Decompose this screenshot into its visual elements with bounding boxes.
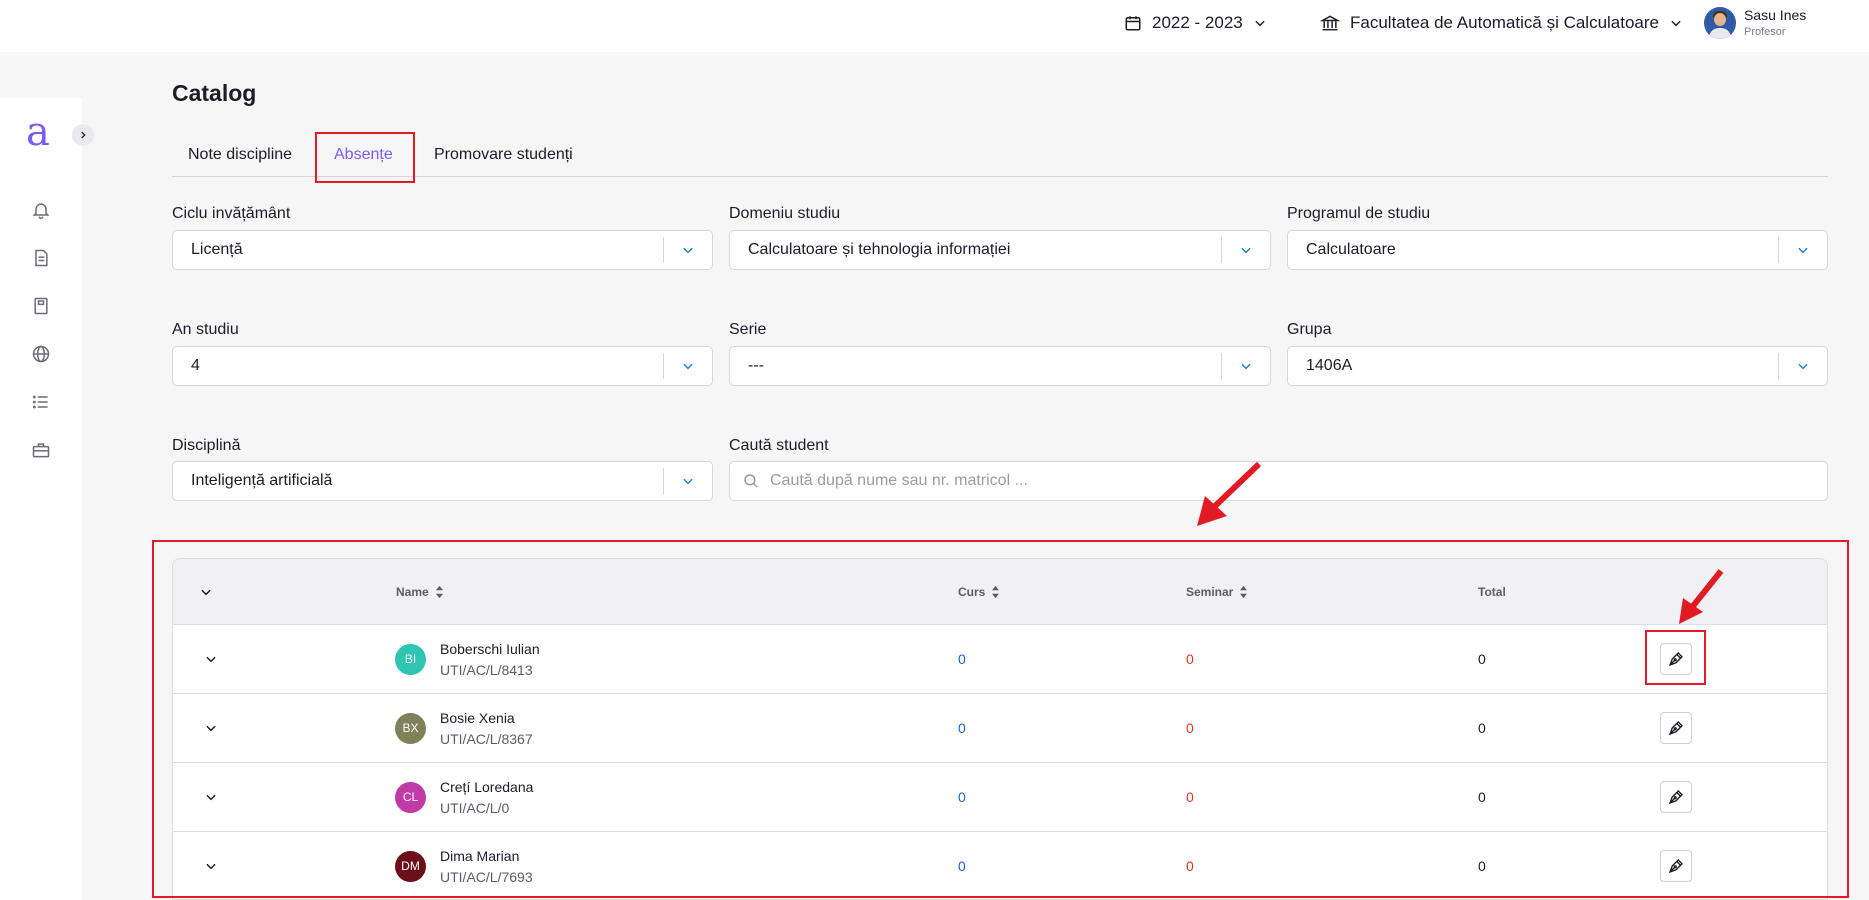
- list-icon[interactable]: [31, 392, 51, 412]
- faculty-label: Facultatea de Automatică și Calculatoare: [1350, 13, 1660, 32]
- chevron-down-icon: [1671, 20, 1681, 27]
- page-title: Catalog: [172, 80, 257, 106]
- chevron-down-icon: [1222, 230, 1270, 270]
- sidebar: a: [0, 98, 82, 900]
- sidebar-collapse-button[interactable]: [72, 124, 94, 146]
- program-select[interactable]: Calculatoare: [1287, 230, 1828, 270]
- chevron-down-icon: [1779, 346, 1827, 386]
- chevron-down-icon: [1255, 20, 1265, 27]
- an-label: An studiu: [172, 321, 239, 338]
- document-icon[interactable]: [31, 248, 51, 268]
- serie-select[interactable]: ---: [729, 346, 1271, 386]
- disciplina-value: Inteligență artificială: [191, 472, 333, 489]
- user-name: Sasu Ines: [1744, 6, 1807, 23]
- search-label: Caută student: [729, 437, 829, 454]
- bell-icon[interactable]: [31, 200, 51, 220]
- ciclu-label: Ciclu invățământ: [172, 205, 291, 222]
- domeniu-select[interactable]: Calculatoare și tehnologia informației: [729, 230, 1271, 270]
- top-bar: 2022 - 2023 Facultatea de Automatică și …: [0, 0, 1869, 52]
- chevron-down-icon: [1779, 230, 1827, 270]
- an-select[interactable]: 4: [172, 346, 713, 386]
- search-input[interactable]: [770, 472, 1827, 490]
- grupa-select[interactable]: 1406A: [1287, 346, 1828, 386]
- chevron-down-icon: [664, 461, 712, 501]
- serie-value: ---: [748, 357, 764, 374]
- app-logo: a: [26, 109, 50, 155]
- program-value: Calculatoare: [1306, 241, 1396, 258]
- globe-icon[interactable]: [31, 344, 51, 364]
- annotation-box-edit: [1645, 630, 1706, 685]
- serie-label: Serie: [729, 321, 767, 338]
- academic-year-label: 2022 - 2023: [1152, 13, 1243, 32]
- user-role: Profesor: [1744, 26, 1786, 39]
- disciplina-label: Disciplină: [172, 437, 241, 454]
- domeniu-value: Calculatoare și tehnologia informației: [748, 241, 1011, 258]
- user-menu[interactable]: Sasu Ines Profesor: [1704, 0, 1806, 46]
- ciclu-value: Licență: [191, 241, 243, 258]
- annotation-box-tab: [315, 132, 415, 183]
- faculty-selector[interactable]: Facultatea de Automatică și Calculatoare: [1320, 0, 1683, 46]
- ciclu-select[interactable]: Licență: [172, 230, 713, 270]
- tab-bar: Note discipline Absențe Promovare studen…: [172, 132, 1828, 177]
- program-label: Programul de studiu: [1287, 205, 1431, 222]
- tab-promovare-studenti[interactable]: Promovare studenți: [434, 146, 573, 164]
- chevron-down-icon: [664, 230, 712, 270]
- annotation-box-table: [152, 540, 1849, 898]
- institution-icon: [1320, 15, 1340, 31]
- briefcase-icon[interactable]: [31, 440, 51, 460]
- an-value: 4: [191, 357, 200, 374]
- annotation-arrow-icon: [1679, 569, 1724, 624]
- grupa-label: Grupa: [1287, 321, 1332, 338]
- search-box: [729, 461, 1828, 501]
- tab-note-discipline[interactable]: Note discipline: [188, 146, 292, 164]
- calendar-icon: [1125, 16, 1141, 31]
- grupa-value: 1406A: [1306, 357, 1353, 374]
- disciplina-select[interactable]: Inteligență artificială: [172, 461, 713, 501]
- chevron-down-icon: [664, 346, 712, 386]
- search-icon: [744, 474, 758, 488]
- user-avatar: [1704, 7, 1736, 39]
- notebook-icon[interactable]: [31, 296, 51, 316]
- chevron-right-icon: [81, 131, 86, 139]
- domeniu-label: Domeniu studiu: [729, 205, 841, 222]
- chevron-down-icon: [1222, 346, 1270, 386]
- annotation-arrow-icon: [1197, 461, 1262, 526]
- academic-year-selector[interactable]: 2022 - 2023: [1124, 0, 1267, 46]
